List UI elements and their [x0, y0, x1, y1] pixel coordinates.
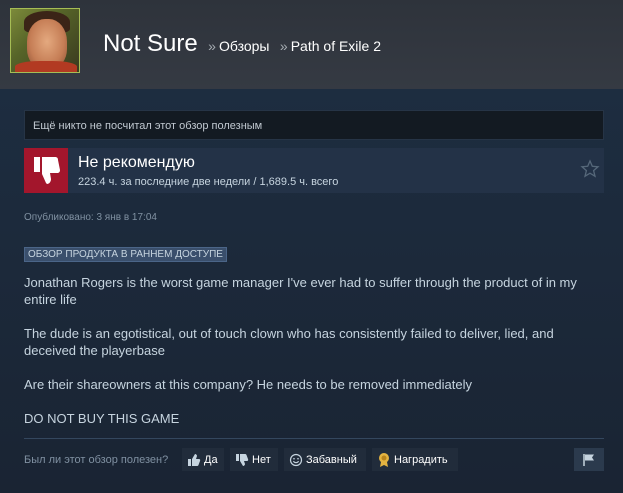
vote-no-label: Нет [252, 453, 271, 466]
profile-header: Not Sure » Обзоры » Path of Exile 2 [0, 0, 623, 89]
username-link[interactable]: Not Sure [103, 30, 198, 57]
breadcrumb: Not Sure » Обзоры » Path of Exile 2 [103, 30, 381, 58]
helpful-count: Ещё никто не посчитал этот обзор полезны… [24, 110, 604, 140]
thumbs-down-icon [236, 453, 249, 466]
vote-funny-label: Забавный [306, 453, 357, 466]
posted-date: Опубликовано: 3 янв в 17:04 [24, 212, 157, 223]
breadcrumb-separator: » [279, 38, 288, 54]
thumbs-down-badge [24, 148, 68, 193]
award-icon [379, 452, 389, 467]
helpful-question: Был ли этот обзор полезен? [24, 454, 169, 466]
review-paragraph: DO NOT BUY THIS GAME [24, 411, 180, 426]
vote-no-button[interactable]: Нет [230, 448, 278, 471]
award-label: Наградить [394, 453, 448, 466]
review-paragraph: The dude is an egotistical, out of touch… [24, 326, 554, 358]
review-paragraph: Jonathan Rogers is the worst game manage… [24, 275, 577, 307]
vote-funny-button[interactable]: Забавный [284, 448, 366, 471]
divider [24, 438, 604, 439]
flag-icon [583, 453, 594, 466]
avatar-collar [15, 61, 77, 72]
review-body: Jonathan Rogers is the worst game manage… [24, 274, 596, 444]
smiley-icon [289, 453, 303, 466]
breadcrumb-reviews-link[interactable]: Обзоры [219, 38, 270, 54]
vote-yes-label: Да [204, 453, 218, 466]
review-panel: Ещё никто не посчитал этот обзор полезны… [0, 89, 623, 493]
thumbs-up-icon [188, 453, 201, 466]
avatar[interactable] [10, 8, 80, 73]
award-button[interactable]: Наградить [372, 448, 458, 471]
thumbs-down-icon [34, 157, 60, 184]
verdict-title: Не рекомендую [78, 154, 195, 171]
vote-yes-button[interactable]: Да [182, 448, 224, 471]
playtime-hours: 223.4 ч. за последние две недели / 1,689… [78, 176, 339, 188]
star-icon[interactable] [580, 159, 600, 179]
breadcrumb-game-link[interactable]: Path of Exile 2 [291, 38, 381, 54]
report-button[interactable] [574, 448, 604, 471]
review-verdict: Не рекомендую 223.4 ч. за последние две … [24, 148, 604, 193]
review-controls: Был ли этот обзор полезен? Да Нет Забавн [24, 448, 604, 473]
review-paragraph: Are their shareowners at this company? H… [24, 377, 472, 392]
breadcrumb-separator: » [208, 38, 216, 54]
early-access-badge: ОБЗОР ПРОДУКТА В РАННЕМ ДОСТУПЕ [24, 247, 227, 262]
